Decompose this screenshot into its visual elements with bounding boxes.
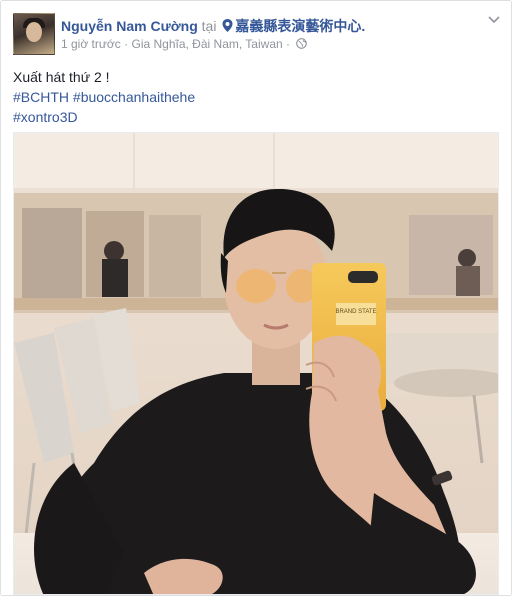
meta-separator: · bbox=[124, 37, 129, 51]
post-photo[interactable]: BRAND STATE bbox=[13, 132, 499, 595]
avatar-face bbox=[26, 22, 42, 42]
author-avatar[interactable] bbox=[13, 13, 55, 55]
post-meta: 1 giờ trước · Gia Nghĩa, Đài Nam, Taiwan… bbox=[61, 37, 308, 51]
post-caption: Xuất hát thứ 2 ! #BCHTH #buocchanhaitheh… bbox=[13, 67, 195, 127]
hashtag-link[interactable]: #buocchanhaithehe bbox=[73, 89, 195, 105]
caption-line: Xuất hát thứ 2 ! bbox=[13, 69, 110, 85]
hashtag-link[interactable]: #BCHTH bbox=[13, 89, 69, 105]
hashtag-line: #xontro3D bbox=[13, 107, 195, 127]
post-place[interactable]: Gia Nghĩa, Đài Nam, Taiwan bbox=[131, 37, 282, 51]
phone-brand-text: BRAND STATE bbox=[335, 309, 376, 315]
location-connector: tại bbox=[201, 18, 217, 34]
hashtag-line: #BCHTH #buocchanhaithehe bbox=[13, 87, 195, 107]
chevron-down-icon[interactable] bbox=[487, 15, 501, 25]
hashtag-link[interactable]: #xontro3D bbox=[13, 109, 78, 125]
post-card: Nguyễn Nam Cường tại 嘉義縣表演藝術中心. 1 giờ tr… bbox=[0, 0, 512, 596]
location-link[interactable]: 嘉義縣表演藝術中心. bbox=[235, 18, 365, 34]
map-pin-icon bbox=[222, 19, 233, 32]
meta-separator-2: · bbox=[286, 37, 291, 51]
globe-icon[interactable] bbox=[296, 38, 308, 49]
selfie-photo: BRAND STATE bbox=[14, 133, 498, 594]
post-header: Nguyễn Nam Cường tại 嘉義縣表演藝術中心. bbox=[61, 16, 365, 36]
author-name[interactable]: Nguyễn Nam Cường bbox=[61, 18, 198, 34]
post-timestamp[interactable]: 1 giờ trước bbox=[61, 37, 121, 51]
